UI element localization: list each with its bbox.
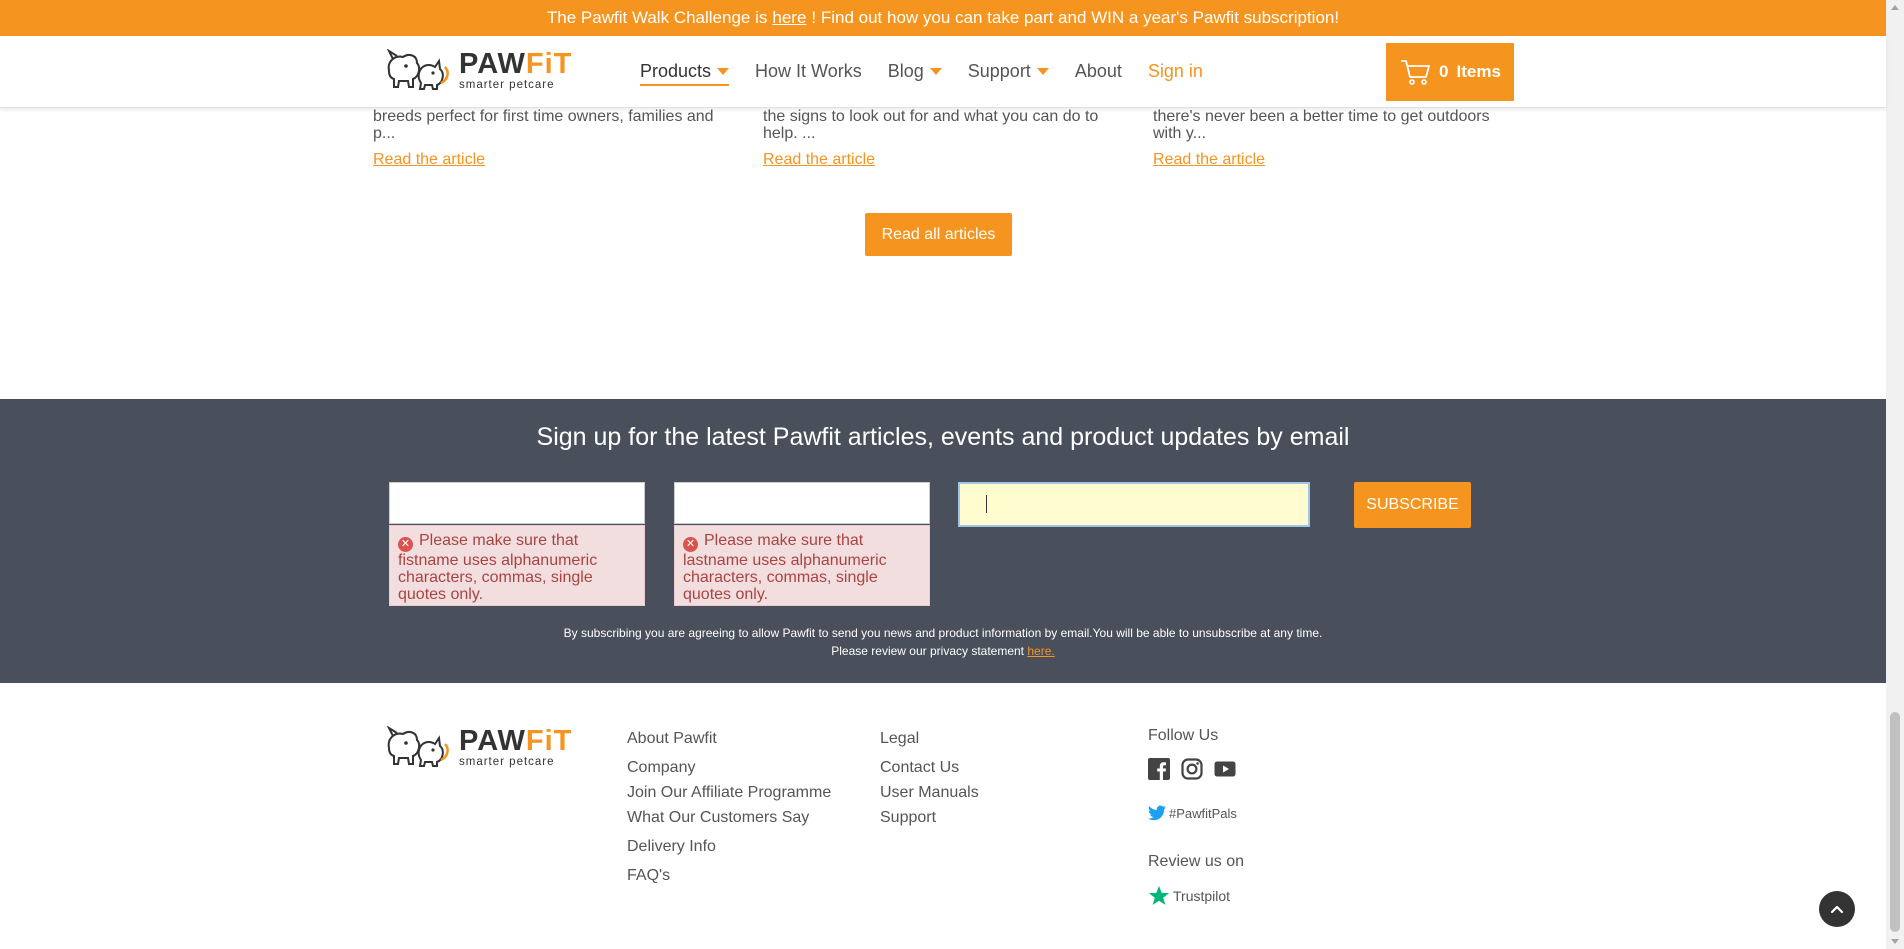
back-to-top-button[interactable] [1819,891,1855,927]
review-us-heading: Review us on [1148,853,1245,870]
article-snippet: the signs to look out for and what you c… [763,108,1099,142]
page-scrollbar[interactable] [1886,0,1904,949]
announcement-suffix: ! Find out how you can take part and WIN… [811,8,1340,27]
newsletter-section: Sign up for the latest Pawfit articles, … [0,399,1886,683]
nav-blog[interactable]: Blog [888,61,942,82]
logo-brand: PAWFiT [459,725,573,758]
footer-link-affiliate[interactable]: Join Our Affiliate Programme [627,784,831,802]
shopping-cart-icon [1401,60,1430,85]
footer-link-testimonials[interactable]: What Our Customers Say [627,809,809,827]
read-article-link[interactable]: Read the article [373,151,485,168]
error-icon: ✕ [683,537,698,552]
nav-how-it-works[interactable]: How It Works [755,61,862,82]
email-field[interactable] [958,482,1310,527]
scroll-up-arrow-icon[interactable] [1891,5,1899,10]
article-card: breeds perfect for first time owners, fa… [373,108,733,168]
trustpilot-star-icon [1148,885,1170,905]
cart-label: Items [1456,62,1501,81]
logo-tagline: smarter petcare [459,756,555,769]
subscribe-button[interactable]: SUBSCRIBE [1354,482,1471,528]
dog-cat-logo-icon [386,49,449,90]
nav-support[interactable]: Support [968,61,1049,82]
nav-about[interactable]: About [1075,61,1122,82]
footer-link-company[interactable]: Company [627,759,695,777]
trustpilot-link[interactable]: Trustpilot [1148,885,1230,907]
facebook-icon[interactable] [1148,758,1170,780]
announcement-prefix: The Pawfit Walk Challenge is [546,8,768,27]
article-snippet: there's never been a better time to get … [1153,108,1490,142]
read-article-link[interactable]: Read the article [1153,151,1265,168]
cart-count: 0 [1439,62,1449,81]
nav-sign-in[interactable]: Sign in [1148,61,1203,82]
firstname-field[interactable] [389,482,645,524]
text-cursor [986,495,987,513]
read-all-articles-button[interactable]: Read all articles [865,213,1012,256]
footer-link-delivery[interactable]: Delivery Info [627,838,716,856]
newsletter-disclaimer: By subscribing you are agreeing to allow… [563,626,1323,658]
instagram-icon[interactable] [1181,758,1203,780]
nav-products[interactable]: Products [640,61,730,86]
footer-link-faqs[interactable]: FAQ's [627,867,670,885]
dog-cat-logo-icon [386,726,449,767]
newsletter-title: Sign up for the latest Pawfit articles, … [536,423,1350,451]
cart-button[interactable]: 0 Items [1386,43,1514,101]
scrollbar-thumb[interactable] [1890,712,1900,932]
chevron-up-icon [1830,905,1844,914]
read-article-link[interactable]: Read the article [763,151,875,168]
twitter-hashtag-link[interactable]: #PawfitPals [1148,805,1237,821]
header-logo[interactable]: PAWFiT smarter petcare [383,49,572,93]
article-snippet: breeds perfect for first time owners, fa… [373,108,714,142]
site-header: PAWFiT smarter petcare Products How It W… [0,36,1886,108]
announcement-link[interactable]: here [772,8,806,28]
main-nav: Products How It Works Blog Support About… [640,36,1229,107]
scroll-down-arrow-icon[interactable] [1891,939,1899,944]
firstname-error: ✕ Please make sure that fistname uses alp… [389,525,645,606]
youtube-icon[interactable] [1214,758,1236,780]
chevron-down-icon [717,68,730,75]
article-card: there's never been a better time to get … [1153,108,1513,168]
twitter-icon [1148,805,1166,821]
footer-link-contact[interactable]: Contact Us [880,759,959,777]
chevron-down-icon [1036,68,1049,75]
social-icons [1148,758,1236,780]
footer-link-support[interactable]: Support [880,809,936,827]
article-card: the signs to look out for and what you c… [763,108,1123,168]
follow-us-heading: Follow Us [1148,727,1219,744]
logo-brand: PAWFiT [459,48,573,81]
footer-logo[interactable]: PAWFiT smarter petcare [383,726,572,770]
footer-link-legal[interactable]: Legal [880,730,919,748]
privacy-link[interactable]: here. [1027,644,1054,658]
lastname-error: ✕ Please make sure that lastname uses alp… [674,525,930,606]
announcement-bar: The Pawfit Walk Challenge is here ! Find… [0,0,1886,36]
chevron-down-icon [929,68,942,75]
logo-tagline: smarter petcare [459,79,555,92]
error-icon: ✕ [398,537,413,552]
footer-link-manuals[interactable]: User Manuals [880,784,979,802]
lastname-field[interactable] [674,482,930,524]
footer-link-about[interactable]: About Pawfit [627,730,717,748]
